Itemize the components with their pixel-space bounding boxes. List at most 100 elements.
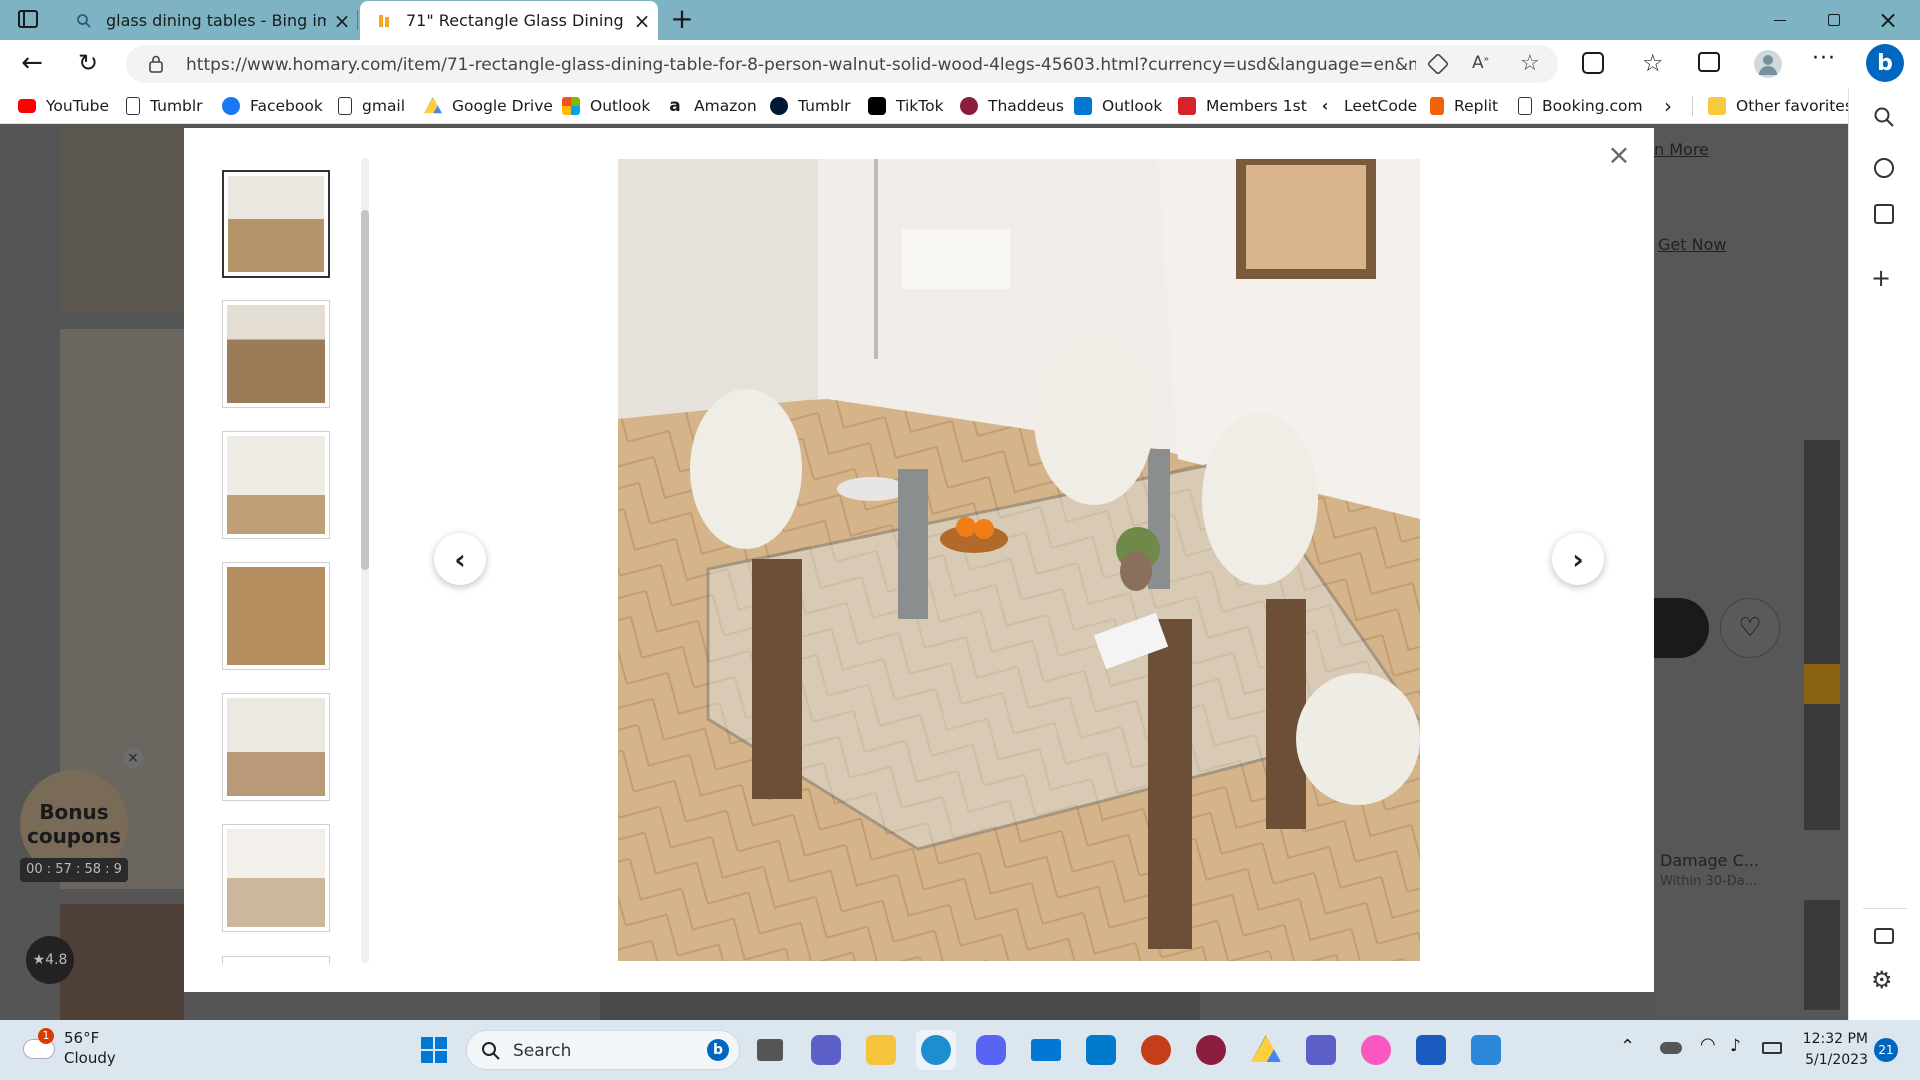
favorite-amazon[interactable]: a Amazon — [666, 96, 756, 116]
refresh-button[interactable]: ↻ — [74, 50, 102, 78]
new-tab-button[interactable]: + — [666, 4, 698, 36]
sidebar-settings-icon[interactable]: ⚙ — [1871, 966, 1893, 994]
back-button[interactable]: ← — [18, 50, 46, 78]
itunes-icon[interactable] — [1356, 1030, 1396, 1070]
hide-sidebar-icon[interactable] — [1874, 928, 1894, 944]
onedrive-icon[interactable] — [1660, 1042, 1682, 1054]
file-explorer-icon[interactable] — [861, 1030, 901, 1070]
favorite-members-1st[interactable]: Members 1st — [1178, 96, 1307, 116]
favorite-replit[interactable]: Replit — [1430, 96, 1498, 116]
close-window-button[interactable]: × — [1868, 0, 1908, 40]
thumbnail-3[interactable] — [222, 431, 330, 539]
thumbnail-scrollbar-thumb[interactable] — [361, 210, 369, 570]
previous-image-button[interactable]: ‹ — [434, 533, 486, 585]
profile-avatar[interactable] — [1754, 50, 1782, 78]
teams-chat-icon[interactable] — [806, 1030, 846, 1070]
favorites-bar: YouTube Tumblr Facebook gmail Google Dri… — [0, 88, 1920, 124]
coupon-icon[interactable] — [1426, 52, 1450, 76]
get-now-link[interactable]: Get Now — [1658, 235, 1726, 254]
teams-icon[interactable] — [1301, 1030, 1341, 1070]
discover-icon[interactable] — [1874, 158, 1894, 178]
clock[interactable]: 12:32 PM 5/1/2023 — [1798, 1029, 1868, 1071]
mail-icon[interactable] — [1026, 1030, 1066, 1070]
favorite-tumblr[interactable]: Tumblr — [126, 96, 203, 116]
settings-more-icon[interactable]: ··· — [1812, 46, 1836, 71]
favorite-outlook[interactable]: Outlook — [562, 96, 650, 116]
thumbnail-2[interactable] — [222, 300, 330, 408]
thumbnail-6[interactable] — [222, 824, 330, 932]
other-favorites-folder[interactable]: Other favorites — [1708, 96, 1853, 116]
volume-icon[interactable]: ♪ — [1730, 1036, 1741, 1056]
weather-desc: Cloudy — [64, 1049, 116, 1067]
powerpoint-icon[interactable] — [1136, 1030, 1176, 1070]
url-text[interactable]: https://www.homary.com/item/71-rectangle… — [186, 55, 1416, 75]
favorite-leetcode[interactable]: ‹ LeetCode — [1316, 96, 1418, 116]
notification-badge[interactable]: 21 — [1874, 1038, 1898, 1062]
bing-chat-icon[interactable]: b — [1866, 44, 1904, 82]
minimize-button[interactable] — [1760, 0, 1800, 40]
favorite-thaddeus[interactable]: Thaddeus — [960, 96, 1064, 116]
my-app-icon[interactable] — [1191, 1030, 1231, 1070]
tab-homary[interactable]: 71" Rectangle Glass Dining Table × — [360, 1, 658, 40]
favorite-tiktok[interactable]: TikTok — [868, 96, 944, 116]
thumbnail-5[interactable] — [222, 693, 330, 801]
taskbar-search-label: Search — [513, 1041, 572, 1061]
word-icon[interactable] — [1411, 1030, 1451, 1070]
favorite-outlook-2[interactable]: Outlook — [1074, 96, 1162, 116]
edge-sidebar: + ⚙ — [1848, 88, 1920, 1020]
address-bar[interactable]: https://www.homary.com/item/71-rectangle… — [126, 45, 1558, 83]
close-tab-icon[interactable]: × — [326, 9, 358, 33]
add-favorite-icon[interactable]: ☆ — [1520, 51, 1540, 76]
more-favorites-chevron-icon[interactable]: › — [1664, 94, 1672, 118]
favorite-youtube[interactable]: YouTube — [18, 96, 109, 116]
wishlist-button[interactable]: ♡ — [1720, 598, 1780, 658]
vscode-icon[interactable] — [1081, 1030, 1121, 1070]
replit-icon — [1430, 97, 1444, 115]
tab-bing-images[interactable]: glass dining tables - Bing images × — [60, 1, 358, 40]
read-aloud-icon[interactable]: A» — [1472, 53, 1489, 73]
rating-badge[interactable]: ★ 4.8 — [26, 936, 74, 984]
close-coupon-icon[interactable]: × — [123, 748, 143, 768]
close-tab-icon[interactable]: × — [626, 9, 658, 33]
extensions-icon[interactable] — [1582, 52, 1604, 74]
add-sidebar-app-icon[interactable]: + — [1871, 264, 1891, 292]
next-image-button[interactable]: › — [1552, 533, 1604, 585]
tab-label: glass dining tables - Bing images — [106, 11, 326, 30]
discord-icon[interactable] — [971, 1030, 1011, 1070]
battery-icon[interactable] — [1762, 1042, 1782, 1054]
wifi-icon[interactable]: ◠ — [1700, 1034, 1716, 1055]
edge-icon[interactable] — [916, 1030, 956, 1070]
favorite-tumblr-2[interactable]: Tumblr — [770, 96, 851, 116]
damage-title: Damage C... — [1660, 851, 1760, 870]
drive-icon — [424, 97, 442, 114]
thumbnail-4[interactable] — [222, 562, 330, 670]
thumbnail-1[interactable] — [222, 170, 330, 278]
weather-temp: 56°F — [64, 1029, 100, 1047]
favorite-facebook[interactable]: Facebook — [222, 96, 323, 116]
show-hidden-icons-chevron-icon[interactable]: ⌃ — [1620, 1036, 1635, 1057]
search-icon[interactable] — [1873, 106, 1895, 128]
bing-icon: b — [707, 1039, 729, 1061]
tab-actions-icon[interactable] — [18, 10, 38, 28]
photos-icon[interactable] — [1466, 1030, 1506, 1070]
thumbnail-image — [227, 698, 325, 796]
damage-subtitle: Within 30-Da... — [1660, 874, 1758, 889]
collections-icon[interactable] — [1698, 52, 1720, 72]
outlook-icon[interactable] — [1874, 204, 1894, 224]
taskbar-search[interactable]: Search b — [466, 1030, 740, 1070]
lock-icon[interactable] — [148, 55, 164, 73]
restore-button[interactable] — [1814, 0, 1854, 40]
start-button[interactable] — [414, 1030, 454, 1070]
learn-more-link[interactable]: n More — [1654, 140, 1709, 159]
favorite-gmail[interactable]: gmail — [338, 96, 405, 116]
favorite-booking[interactable]: Booking.com — [1518, 96, 1643, 116]
favorite-google-drive[interactable]: Google Drive — [424, 96, 553, 116]
address-bar-row: ← ↻ https://www.homary.com/item/71-recta… — [0, 40, 1920, 88]
thumbnail-image — [227, 305, 325, 403]
thumbnail-image — [227, 829, 325, 927]
favorites-icon[interactable]: ☆ — [1642, 49, 1664, 77]
task-view-icon[interactable] — [750, 1030, 790, 1070]
weather-widget[interactable]: 1 56°F Cloudy — [20, 1028, 130, 1072]
google-drive-icon[interactable] — [1246, 1030, 1286, 1070]
modal-close-button[interactable]: × — [1604, 140, 1634, 170]
